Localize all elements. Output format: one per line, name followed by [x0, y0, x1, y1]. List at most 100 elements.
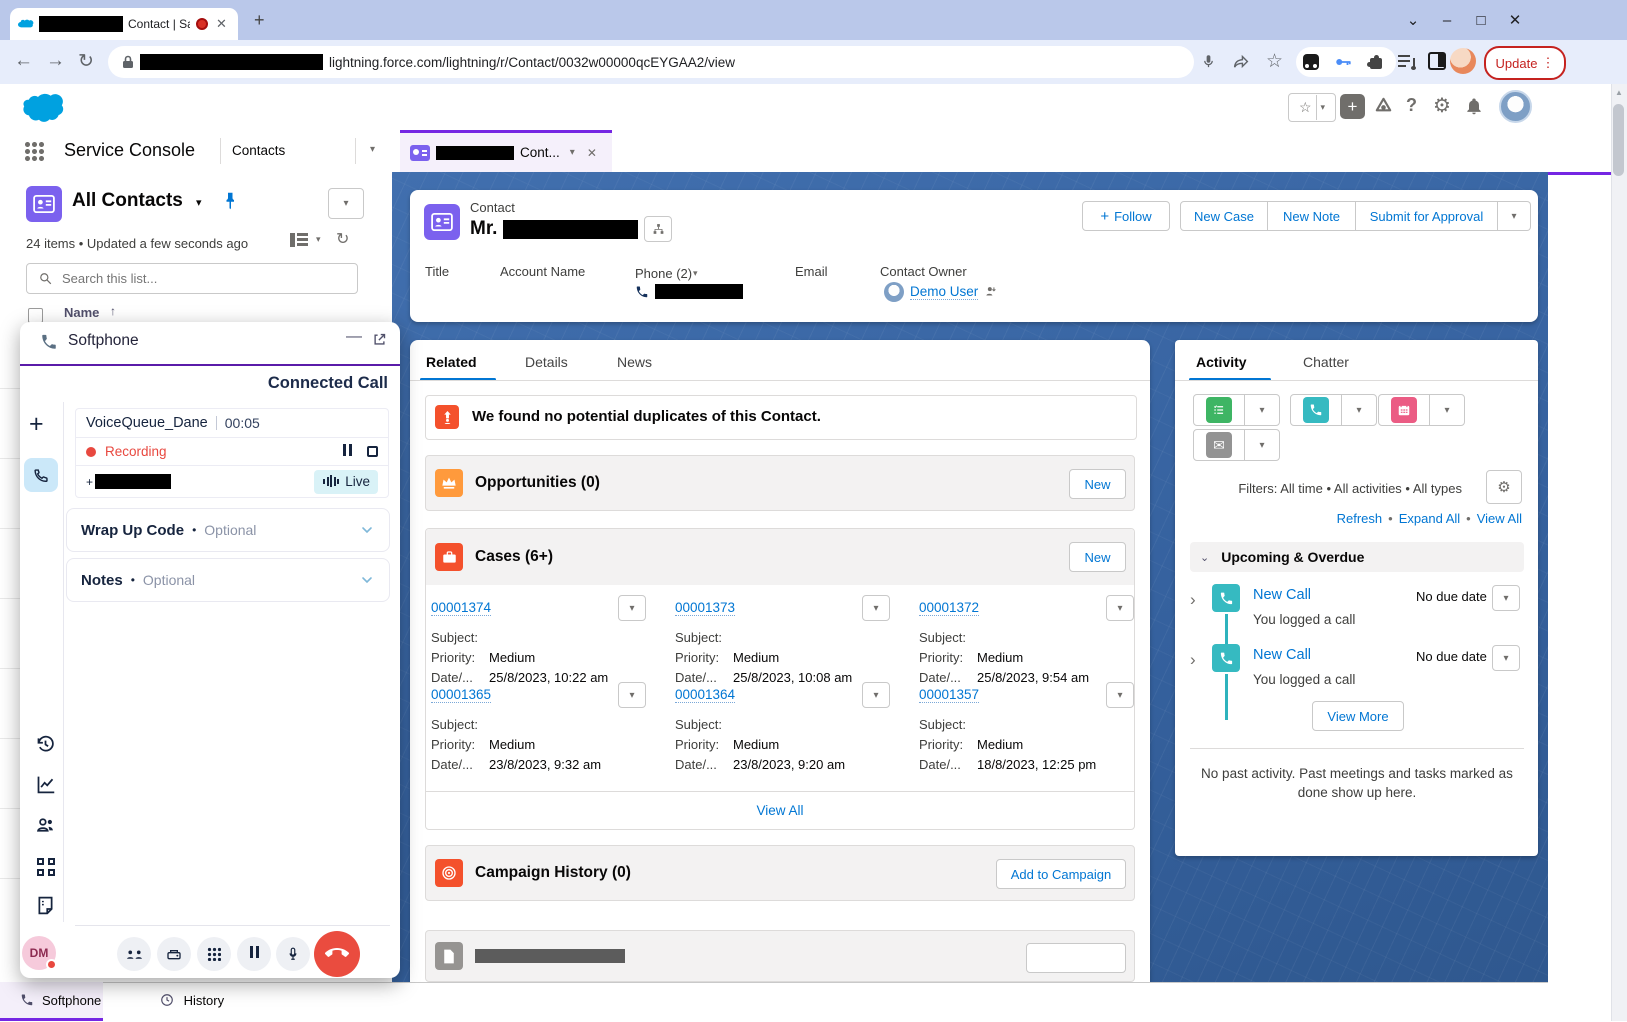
- rail-contacts-icon[interactable]: [35, 815, 56, 836]
- transfer-call-button[interactable]: [117, 937, 151, 971]
- browser-profile-avatar[interactable]: [1450, 48, 1476, 74]
- case-row-dropdown-button[interactable]: ▾: [1106, 682, 1134, 708]
- upcoming-overdue-header[interactable]: ⌄ Upcoming & Overdue: [1190, 542, 1524, 572]
- setup-gear-icon[interactable]: ⚙: [1433, 93, 1451, 118]
- utility-softphone-tab[interactable]: Softphone: [0, 982, 103, 1021]
- contacts-tab-caret-icon[interactable]: ▾: [370, 144, 375, 155]
- display-as-icon[interactable]: [290, 232, 310, 248]
- partial-section-button[interactable]: [1026, 943, 1126, 973]
- softphone-popout-icon[interactable]: [372, 332, 387, 347]
- expand-item-chevron-icon[interactable]: ›: [1190, 650, 1196, 670]
- add-to-campaign-button[interactable]: Add to Campaign: [996, 859, 1126, 889]
- new-tab-button[interactable]: +: [254, 10, 265, 31]
- agent-avatar[interactable]: DM: [22, 936, 56, 970]
- rail-notes-icon[interactable]: [35, 895, 56, 916]
- email-icon[interactable]: ✉: [1206, 432, 1232, 458]
- owner-link[interactable]: Demo User: [910, 284, 978, 300]
- share-icon[interactable]: [1232, 53, 1250, 70]
- email-caret-icon[interactable]: ▾: [1245, 430, 1279, 460]
- page-scrollbar[interactable]: ▲: [1611, 84, 1627, 1021]
- new-note-button[interactable]: New Note: [1268, 201, 1356, 231]
- timeline-item-dropdown-button[interactable]: ▾: [1492, 645, 1520, 671]
- log-call-icon[interactable]: [1303, 397, 1329, 423]
- campaign-history-section[interactable]: Campaign History (0) Add to Campaign: [425, 845, 1135, 901]
- tab-contacts[interactable]: Contacts: [232, 143, 285, 158]
- notes-accordion[interactable]: Notes • Optional: [66, 558, 390, 602]
- name-column-header[interactable]: Name: [64, 305, 99, 320]
- case-number-link[interactable]: 00001374: [431, 600, 491, 616]
- new-case-related-button[interactable]: New: [1069, 542, 1126, 572]
- follow-button[interactable]: + Follow: [1082, 201, 1170, 231]
- window-maximize-button[interactable]: □: [1464, 7, 1498, 33]
- wrap-up-code-accordion[interactable]: Wrap Up Code • Optional: [66, 508, 390, 552]
- tab-related[interactable]: Related: [426, 354, 477, 370]
- end-call-button[interactable]: [314, 931, 360, 977]
- trailhead-orbit-icon[interactable]: [1372, 95, 1395, 118]
- view-all-cases-link[interactable]: View All: [426, 803, 1134, 818]
- softphone-add-tab-icon[interactable]: +: [29, 410, 44, 439]
- log-call-caret-icon[interactable]: ▾: [1342, 395, 1376, 425]
- activity-settings-gear-button[interactable]: ⚙: [1486, 470, 1522, 504]
- case-row-dropdown-button[interactable]: ▾: [862, 595, 890, 621]
- record-tab-close-icon[interactable]: ✕: [587, 146, 597, 160]
- update-browser-button[interactable]: Update ⋮: [1484, 46, 1566, 80]
- new-task-button-group[interactable]: ▾: [1193, 394, 1280, 426]
- browser-tab[interactable]: Contact | Sal ✕: [10, 8, 238, 40]
- tab-search-icon[interactable]: ⌄: [1396, 7, 1430, 33]
- list-search-input[interactable]: [60, 270, 344, 287]
- display-as-caret-icon[interactable]: ▾: [316, 234, 321, 245]
- rail-analytics-icon[interactable]: [35, 774, 56, 795]
- section-collapse-icon[interactable]: ⌄: [1200, 551, 1209, 564]
- pinned-list-icon[interactable]: [222, 190, 240, 212]
- phone-dropdown-caret-icon[interactable]: ▾: [693, 268, 698, 279]
- new-event-caret-icon[interactable]: ▾: [1430, 395, 1464, 425]
- case-number-link[interactable]: 00001357: [919, 687, 979, 703]
- window-minimize-button[interactable]: –: [1430, 7, 1464, 33]
- select-all-checkbox[interactable]: [28, 308, 43, 323]
- rail-history-icon[interactable]: [35, 734, 56, 755]
- rail-apps-grid-icon[interactable]: [37, 858, 55, 876]
- campaign-title[interactable]: Campaign History (0): [475, 864, 631, 882]
- case-number-link[interactable]: 00001373: [675, 600, 735, 616]
- list-view-title[interactable]: All Contacts: [72, 190, 183, 212]
- case-number-link[interactable]: 00001365: [431, 687, 491, 703]
- tab-activity[interactable]: Activity: [1196, 354, 1247, 370]
- user-avatar[interactable]: [1499, 90, 1532, 123]
- log-call-button-group[interactable]: ▾: [1290, 394, 1377, 426]
- dialpad-button[interactable]: [197, 937, 231, 971]
- view-more-button[interactable]: View More: [1312, 701, 1404, 731]
- quick-create-plus-button[interactable]: +: [1340, 94, 1365, 119]
- tab-close-icon[interactable]: ✕: [216, 16, 227, 32]
- submit-for-approval-button[interactable]: Submit for Approval: [1356, 201, 1498, 231]
- sidepanel-icon[interactable]: [1428, 52, 1446, 70]
- case-row-dropdown-button[interactable]: ▾: [1106, 595, 1134, 621]
- list-refresh-icon[interactable]: ↻: [336, 229, 349, 249]
- extension-icon[interactable]: [1303, 54, 1319, 70]
- list-view-caret-icon[interactable]: ▾: [196, 196, 202, 209]
- case-number-link[interactable]: 00001364: [675, 687, 735, 703]
- device-settings-button[interactable]: [157, 937, 191, 971]
- page-scrollbar-thumb[interactable]: [1613, 104, 1624, 176]
- browser-menu-kebab-icon[interactable]: ⋮: [1541, 55, 1554, 71]
- help-icon[interactable]: ?: [1406, 95, 1417, 116]
- new-event-icon[interactable]: [1391, 397, 1417, 423]
- reload-icon[interactable]: ↻: [78, 50, 94, 73]
- expand-item-chevron-icon[interactable]: ›: [1190, 590, 1196, 610]
- favorites-button[interactable]: ☆ ▾: [1288, 93, 1336, 122]
- window-close-button[interactable]: ✕: [1498, 7, 1532, 33]
- case-row-dropdown-button[interactable]: ▾: [862, 682, 890, 708]
- tab-chatter[interactable]: Chatter: [1303, 354, 1349, 370]
- timeline-item-dropdown-button[interactable]: ▾: [1492, 585, 1520, 611]
- timeline-item-title[interactable]: New Call: [1253, 587, 1311, 603]
- utility-history-tab[interactable]: History: [160, 993, 224, 1008]
- case-number-link[interactable]: 00001372: [919, 600, 979, 616]
- timeline-item-title[interactable]: New Call: [1253, 647, 1311, 663]
- puzzle-extensions-icon[interactable]: [1368, 54, 1384, 70]
- cases-title[interactable]: Cases (6+): [475, 548, 553, 566]
- tab-contact-record-active[interactable]: Cont... ▾ ✕: [400, 130, 612, 172]
- refresh-link[interactable]: Refresh: [1337, 511, 1383, 526]
- new-event-button-group[interactable]: ▾: [1378, 394, 1465, 426]
- playlist-icon[interactable]: [1398, 54, 1416, 70]
- mute-button[interactable]: [276, 937, 310, 971]
- more-actions-dropdown-button[interactable]: ▾: [1498, 201, 1531, 231]
